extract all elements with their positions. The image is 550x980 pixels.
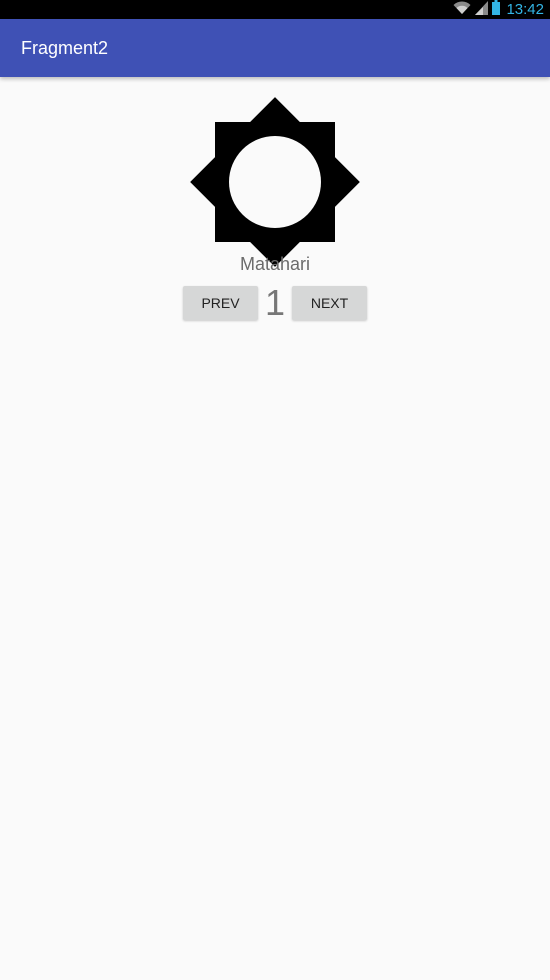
wifi-icon — [453, 0, 471, 19]
status-time: 13:42 — [506, 1, 544, 18]
content-area: Matahari PREV 1 NEXT — [0, 77, 550, 980]
next-button[interactable]: NEXT — [292, 286, 367, 320]
page-number: 1 — [264, 282, 286, 323]
status-icons: 13:42 — [453, 0, 544, 19]
image-caption: Matahari — [239, 254, 311, 274]
signal-icon — [475, 0, 489, 19]
app-bar: Fragment2 — [0, 19, 550, 77]
status-bar: 13:42 — [0, 0, 550, 19]
app-title: Fragment2 — [21, 38, 109, 58]
pager: PREV 1 NEXT — [183, 282, 367, 323]
prev-button[interactable]: PREV — [183, 286, 258, 320]
battery-icon — [492, 0, 501, 19]
sun-icon — [190, 97, 360, 267]
